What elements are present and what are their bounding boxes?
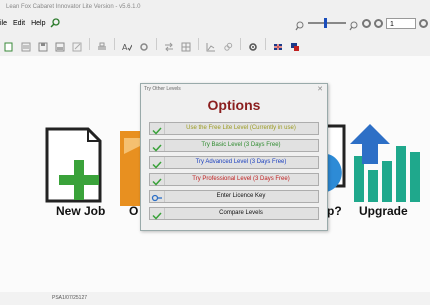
toolbar-divider bbox=[265, 38, 266, 50]
toolbar: A bbox=[0, 34, 430, 54]
try-basic-label: Try Basic Level (3 Days Free) bbox=[201, 142, 281, 148]
save-all-icon[interactable] bbox=[55, 39, 65, 52]
zoom-in-icon[interactable] bbox=[349, 18, 359, 31]
options-dialog: Try Other Levels ✕ Options Use the Free … bbox=[140, 83, 328, 231]
print-icon[interactable] bbox=[97, 39, 107, 50]
checkmark-icon bbox=[150, 174, 165, 186]
next-page-button[interactable] bbox=[374, 18, 383, 28]
free-lite-button[interactable]: Use the Free Lite Level (Currently in us… bbox=[149, 122, 319, 135]
checkmark-icon bbox=[150, 140, 165, 152]
new-job-icon[interactable] bbox=[45, 127, 102, 203]
swap-icon[interactable] bbox=[164, 39, 174, 52]
zoom-slider[interactable] bbox=[308, 18, 346, 28]
toolbar-divider bbox=[240, 38, 241, 50]
new-icon[interactable] bbox=[4, 39, 14, 52]
try-basic-button[interactable]: Try Basic Level (3 Days Free) bbox=[149, 139, 319, 152]
try-professional-label: Try Professional Level (3 Days Free) bbox=[192, 176, 290, 182]
list-icon[interactable] bbox=[21, 39, 31, 52]
toolbar-divider bbox=[156, 38, 157, 50]
checkmark-icon bbox=[150, 123, 165, 135]
key-icon bbox=[150, 191, 165, 202]
link-icon[interactable] bbox=[223, 39, 233, 51]
upgrade-label[interactable]: Upgrade bbox=[359, 204, 408, 218]
chart-icon[interactable] bbox=[206, 39, 216, 52]
try-professional-button[interactable]: Try Professional Level (3 Days Free) bbox=[149, 173, 319, 186]
dialog-heading: Options bbox=[207, 97, 261, 113]
save-icon[interactable] bbox=[38, 39, 48, 52]
svg-text:A: A bbox=[122, 43, 128, 52]
open-label[interactable]: O bbox=[129, 204, 138, 218]
toolbar-divider bbox=[198, 38, 199, 50]
language-flag-icon[interactable] bbox=[273, 39, 283, 50]
last-page-button[interactable] bbox=[419, 18, 428, 28]
help-label[interactable]: p? bbox=[327, 204, 342, 218]
zoom-bar: 1 bbox=[295, 16, 428, 31]
page-number-field[interactable]: 1 bbox=[386, 17, 416, 29]
dialog-window-title: Try Other Levels bbox=[144, 86, 181, 92]
edit-icon[interactable] bbox=[72, 39, 82, 52]
table-icon[interactable] bbox=[181, 39, 191, 52]
menu-file[interactable]: ile bbox=[0, 20, 10, 27]
compare-levels-label: Compare Levels bbox=[219, 210, 263, 216]
checkmark-icon bbox=[150, 157, 165, 169]
search-icon[interactable] bbox=[50, 18, 61, 28]
toolbar-divider bbox=[114, 38, 115, 50]
new-job-label[interactable]: New Job bbox=[56, 204, 105, 218]
zoom-out-icon[interactable] bbox=[295, 18, 305, 31]
options-gear-icon[interactable] bbox=[248, 39, 258, 51]
help-icon[interactable] bbox=[324, 124, 346, 192]
status-bar: PSA1/07/25127 bbox=[0, 292, 430, 305]
spell-check-icon[interactable]: A bbox=[122, 39, 133, 52]
try-advanced-button[interactable]: Try Advanced Level (3 Days Free) bbox=[149, 156, 319, 169]
menu-help[interactable]: Help bbox=[28, 20, 48, 27]
try-advanced-label: Try Advanced Level (3 Days Free) bbox=[195, 159, 287, 165]
upgrade-icon[interactable] bbox=[350, 124, 420, 202]
settings-gear-icon[interactable] bbox=[139, 39, 149, 51]
compare-levels-button[interactable]: Compare Levels bbox=[149, 207, 319, 220]
enter-licence-key-label: Enter Licence Key bbox=[216, 193, 266, 199]
menu-edit[interactable]: Edit bbox=[10, 20, 28, 27]
checkmark-icon bbox=[150, 208, 165, 220]
flag-settings-icon[interactable] bbox=[290, 39, 300, 51]
toolbar-divider bbox=[89, 38, 90, 50]
window-title: Lean Fox Cabaret Innovator Lite Version … bbox=[6, 4, 141, 10]
enter-licence-key-button[interactable]: Enter Licence Key bbox=[149, 190, 319, 203]
open-job-icon[interactable] bbox=[120, 131, 140, 206]
free-lite-label: Use the Free Lite Level (Currently in us… bbox=[186, 125, 296, 131]
close-icon[interactable]: ✕ bbox=[317, 85, 323, 93]
app-window: Lean Fox Cabaret Innovator Lite Version … bbox=[0, 0, 430, 305]
prev-page-button[interactable] bbox=[362, 18, 371, 28]
zoom-slider-thumb[interactable] bbox=[324, 18, 327, 28]
